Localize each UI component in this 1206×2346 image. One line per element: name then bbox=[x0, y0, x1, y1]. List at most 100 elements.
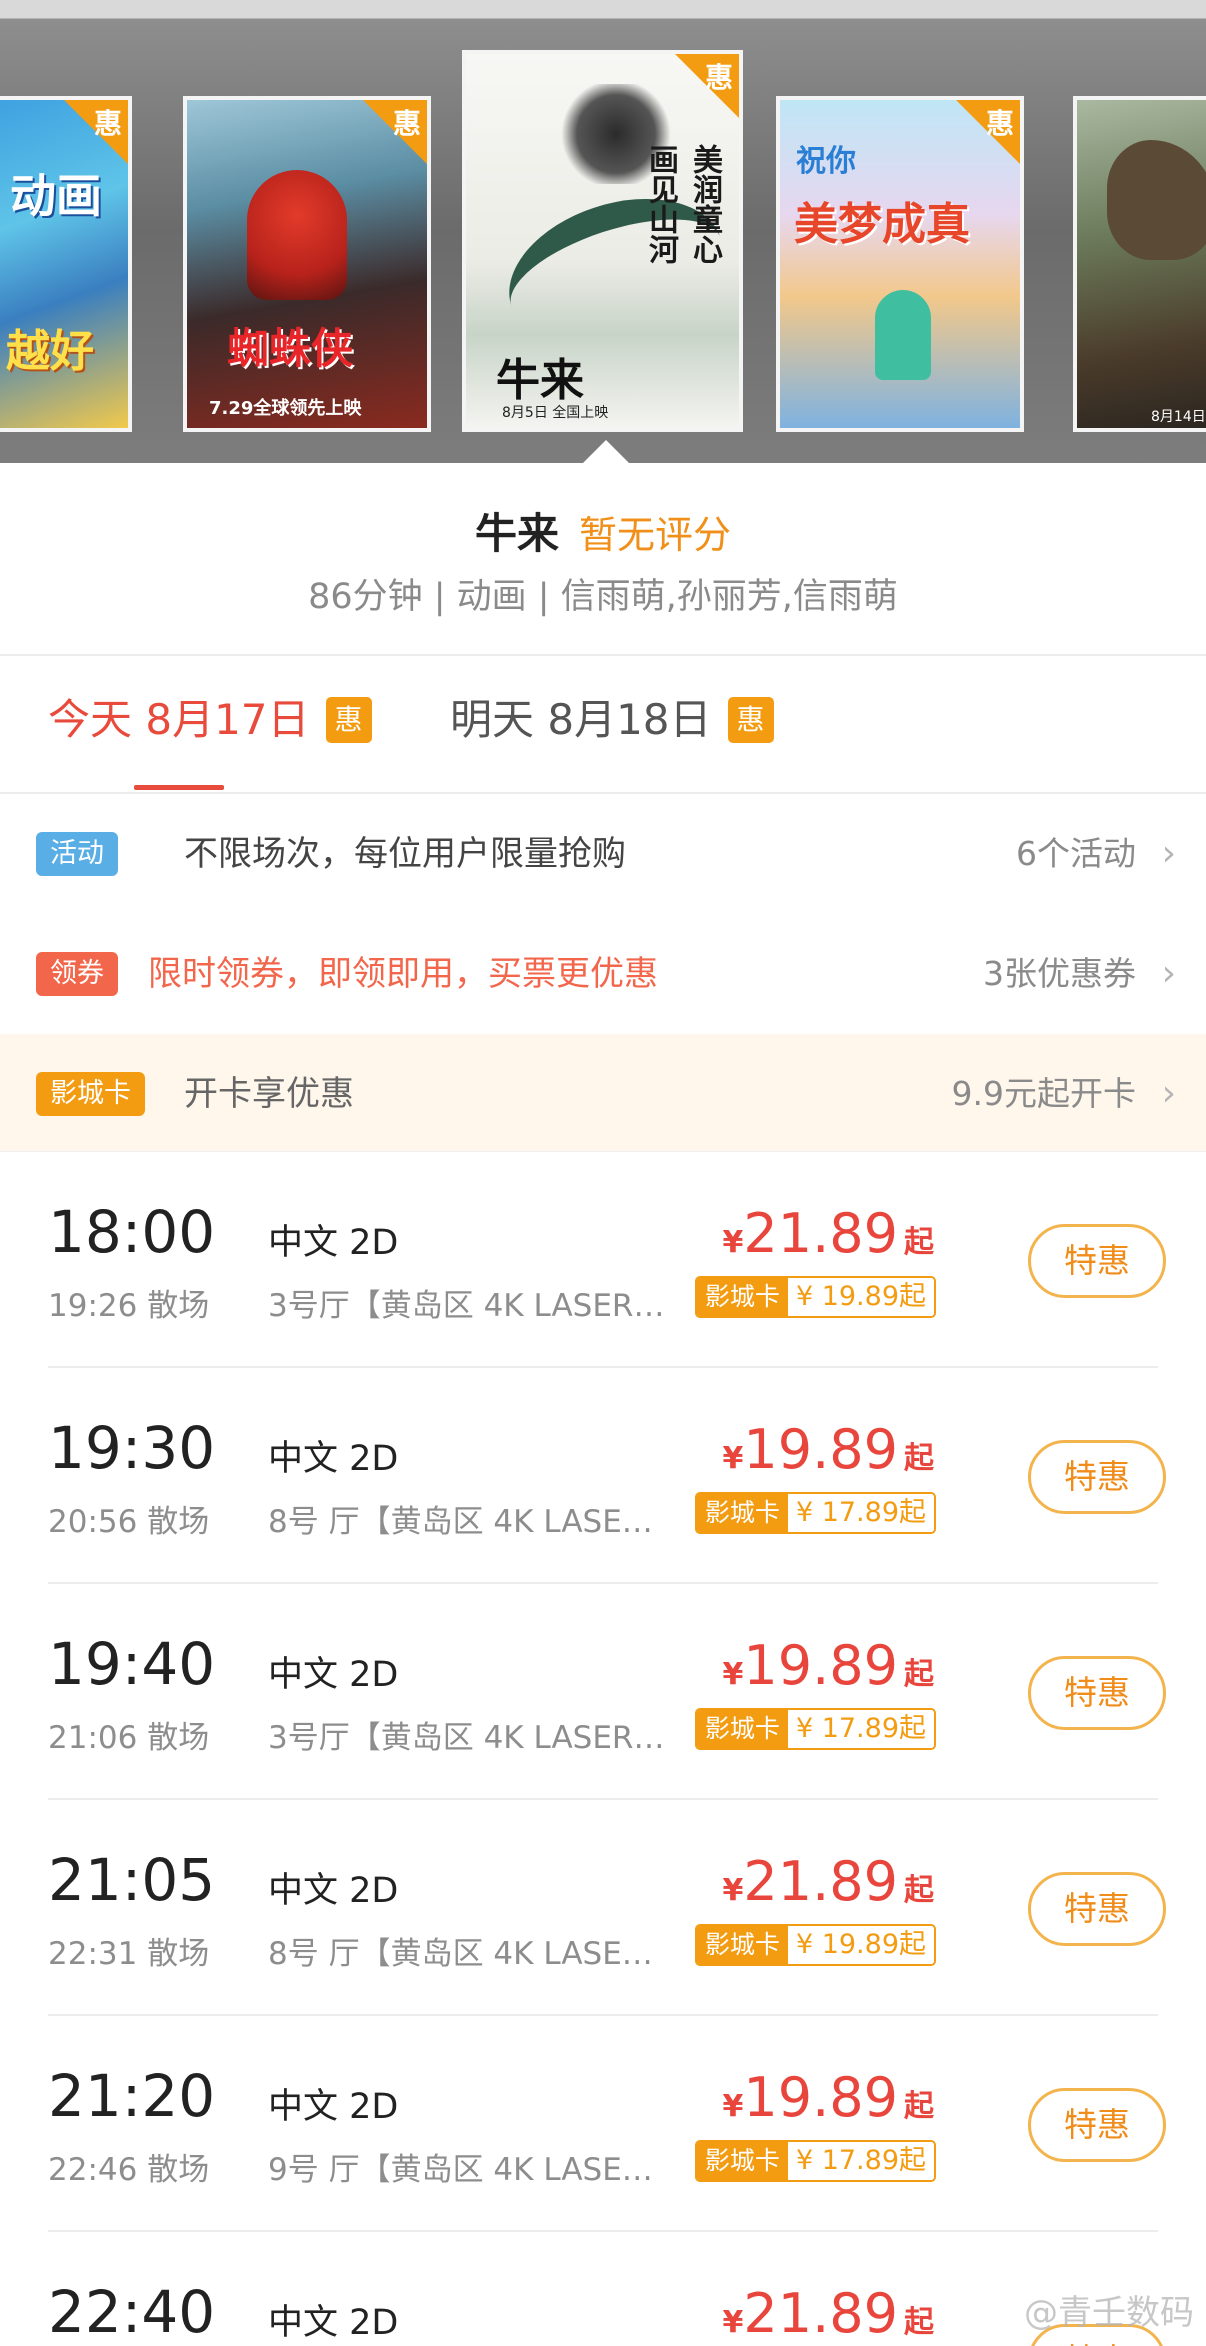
showtime-row[interactable]: 19:30 20:56 散场 中文 2D 8号 厅【黄岛区 4K LASER厅】… bbox=[0, 1368, 1206, 1584]
poster-carousel[interactable]: 动画 越好 惠 蜘蛛侠 7.29全球领先上映 惠 美润童心 画见山河 牛来 8月… bbox=[0, 0, 1206, 464]
card-text: 开卡享优惠 bbox=[184, 1074, 354, 1114]
price-suffix: 起 bbox=[904, 2089, 934, 2124]
card-price-badge: 影城卡 ¥ 17.89起 bbox=[694, 1492, 936, 1534]
price-suffix: 起 bbox=[904, 1873, 934, 1908]
girl-figure bbox=[875, 290, 931, 380]
card-price-value: ¥ 17.89起 bbox=[787, 2142, 934, 2180]
movie-meta: 86分钟 | 动画 | 信雨萌,孙丽芳,信雨萌 bbox=[308, 577, 898, 617]
coupon-count: 3张优惠券 bbox=[983, 954, 1136, 993]
language-format: 中文 2D bbox=[268, 2303, 399, 2343]
poster-1-subtitle: 越好 bbox=[6, 326, 94, 377]
price: ¥21.89 起 bbox=[723, 1850, 934, 1913]
poster-4-subtitle: 祝你 bbox=[796, 144, 856, 179]
poster-3-title: 牛来 bbox=[496, 355, 584, 406]
showtime-page: 动画 越好 惠 蜘蛛侠 7.29全球领先上映 惠 美润童心 画见山河 牛来 8月… bbox=[0, 0, 1206, 2346]
price-suffix: 起 bbox=[904, 1225, 934, 1260]
poster-3-date: 8月5日 全国上映 bbox=[502, 405, 609, 421]
card-price-badge: 影城卡 ¥ 17.89起 bbox=[694, 1708, 936, 1750]
card-price-label: 影城卡 bbox=[696, 1710, 788, 1748]
card-price-label: 影城卡 bbox=[696, 1278, 788, 1316]
price: ¥19.89 起 bbox=[723, 1418, 934, 1481]
activity-badge: 活动 bbox=[36, 832, 118, 876]
card-price-badge: 影城卡 ¥ 17.89起 bbox=[694, 2140, 936, 2182]
spider-man-figure bbox=[247, 170, 347, 300]
promo-coupon[interactable]: 领券 限时领券，即领即用，买票更优惠 3张优惠券 › bbox=[0, 914, 1206, 1034]
poster-5-subtitle: 8月14日 bbox=[1151, 409, 1206, 425]
end-time: 22:46 散场 bbox=[48, 2152, 210, 2188]
currency: ¥ bbox=[722, 1441, 744, 1476]
price-value: 21.89 bbox=[743, 1850, 898, 1913]
card-price-label: 影城卡 bbox=[696, 1926, 788, 1964]
showtime-row[interactable]: 21:05 22:31 散场 中文 2D 8号 厅【黄岛区 4K LASER厅】… bbox=[0, 1800, 1206, 2016]
currency: ¥ bbox=[722, 2089, 744, 2124]
currency: ¥ bbox=[722, 1873, 744, 1908]
activity-text: 不限场次，每位用户限量抢购 bbox=[184, 834, 626, 874]
promo-activity[interactable]: 活动 不限场次，每位用户限量抢购 6个活动 › bbox=[0, 794, 1206, 914]
start-time: 21:20 bbox=[48, 2062, 216, 2130]
language-format: 中文 2D bbox=[268, 1223, 399, 1263]
card-price: 9.9元起开卡 bbox=[951, 1074, 1136, 1113]
showtime-row[interactable]: 19:40 21:06 散场 中文 2D 3号厅【黄岛区 4K LASER厅】 … bbox=[0, 1584, 1206, 1800]
poster-1[interactable]: 动画 越好 惠 bbox=[0, 96, 132, 432]
promo-card[interactable]: 影城卡 开卡享优惠 9.9元起开卡 › bbox=[0, 1034, 1206, 1154]
start-time: 19:40 bbox=[48, 1630, 216, 1698]
special-offer-button[interactable]: 特惠 bbox=[1028, 1224, 1166, 1298]
price-value: 19.89 bbox=[743, 2066, 898, 2129]
special-offer-button[interactable]: 特惠 bbox=[1028, 1872, 1166, 1946]
start-time: 19:30 bbox=[48, 1414, 216, 1482]
poster-4-tag: 惠 bbox=[985, 107, 1014, 140]
poster-4[interactable]: 祝你 美梦成真 惠 bbox=[776, 96, 1024, 432]
poster-1-tag: 惠 bbox=[93, 107, 122, 140]
card-price-label: 影城卡 bbox=[696, 1494, 788, 1532]
poster-5[interactable]: 8月14日 bbox=[1073, 96, 1206, 432]
currency: ¥ bbox=[722, 1657, 744, 1692]
price-suffix: 起 bbox=[904, 2305, 934, 2340]
end-time: 21:06 散场 bbox=[48, 1720, 210, 1756]
hall-name: 3号厅【黄岛区 4K LASER厅】 bbox=[268, 1288, 668, 1324]
language-format: 中文 2D bbox=[268, 1871, 399, 1911]
card-price-value: ¥ 17.89起 bbox=[787, 1710, 934, 1748]
coupon-text: 限时领券，即领即用，买票更优惠 bbox=[148, 954, 658, 994]
card-price-value: ¥ 19.89起 bbox=[787, 1926, 934, 1964]
end-time: 19:26 散场 bbox=[48, 1288, 210, 1324]
movie-header: 牛来 暂无评分 bbox=[0, 500, 1206, 561]
special-offer-button[interactable]: 特惠 bbox=[1028, 1440, 1166, 1514]
movie-name: 牛来 bbox=[474, 509, 559, 558]
language-format: 中文 2D bbox=[268, 2087, 399, 2127]
price: ¥19.89 起 bbox=[723, 1634, 934, 1697]
price: ¥21.89 起 bbox=[723, 2282, 934, 2345]
poster-3-selected[interactable]: 美润童心 画见山河 牛来 8月5日 全国上映 惠 bbox=[462, 50, 743, 432]
chevron-right-icon: › bbox=[1161, 1073, 1176, 1114]
language-format: 中文 2D bbox=[268, 1655, 399, 1695]
poster-2-tag: 惠 bbox=[392, 107, 421, 140]
tab-today-badge: 惠 bbox=[325, 696, 372, 743]
currency: ¥ bbox=[722, 2305, 744, 2340]
start-time: 18:00 bbox=[48, 1198, 216, 1266]
end-time: 22:31 散场 bbox=[48, 1936, 210, 1972]
hall-name: 3号厅【黄岛区 4K LASER厅】 bbox=[268, 1720, 668, 1756]
showtime-list: 18:00 19:26 散场 中文 2D 3号厅【黄岛区 4K LASER厅】 … bbox=[0, 1151, 1206, 2346]
activity-count: 6个活动 bbox=[1016, 834, 1136, 873]
showtime-row[interactable]: 21:20 22:46 散场 中文 2D 9号 厅【黄岛区 4K LASER厅】… bbox=[0, 2016, 1206, 2232]
poster-2-title: 蜘蛛侠 bbox=[227, 324, 354, 373]
currency: ¥ bbox=[722, 1225, 744, 1260]
special-offer-button[interactable]: 特惠 bbox=[1028, 2088, 1166, 2162]
special-offer-button[interactable]: 特惠 bbox=[1028, 1656, 1166, 1730]
poster-2[interactable]: 蜘蛛侠 7.29全球领先上映 惠 bbox=[183, 96, 431, 432]
price-value: 21.89 bbox=[743, 1202, 898, 1265]
hall-name: 8号 厅【黄岛区 4K LASER厅】 bbox=[268, 1936, 668, 1972]
price-suffix: 起 bbox=[904, 1657, 934, 1692]
tab-today[interactable]: 今天 8月17日惠 bbox=[48, 690, 372, 750]
tab-tomorrow-label: 明天 8月18日 bbox=[450, 695, 712, 744]
language-format: 中文 2D bbox=[268, 1439, 399, 1479]
price: ¥21.89 起 bbox=[723, 1202, 934, 1265]
price-suffix: 起 bbox=[904, 1441, 934, 1476]
watermark: @青壬数码 bbox=[1024, 2293, 1194, 2333]
chevron-right-icon: › bbox=[1161, 833, 1176, 874]
card-badge: 影城卡 bbox=[36, 1072, 145, 1116]
selected-pointer-icon bbox=[582, 440, 630, 464]
tab-tomorrow[interactable]: 明天 8月18日惠 bbox=[450, 690, 774, 750]
card-price-value: ¥ 19.89起 bbox=[787, 1278, 934, 1316]
showtime-row[interactable]: 18:00 19:26 散场 中文 2D 3号厅【黄岛区 4K LASER厅】 … bbox=[0, 1152, 1206, 1368]
price: ¥19.89 起 bbox=[723, 2066, 934, 2129]
